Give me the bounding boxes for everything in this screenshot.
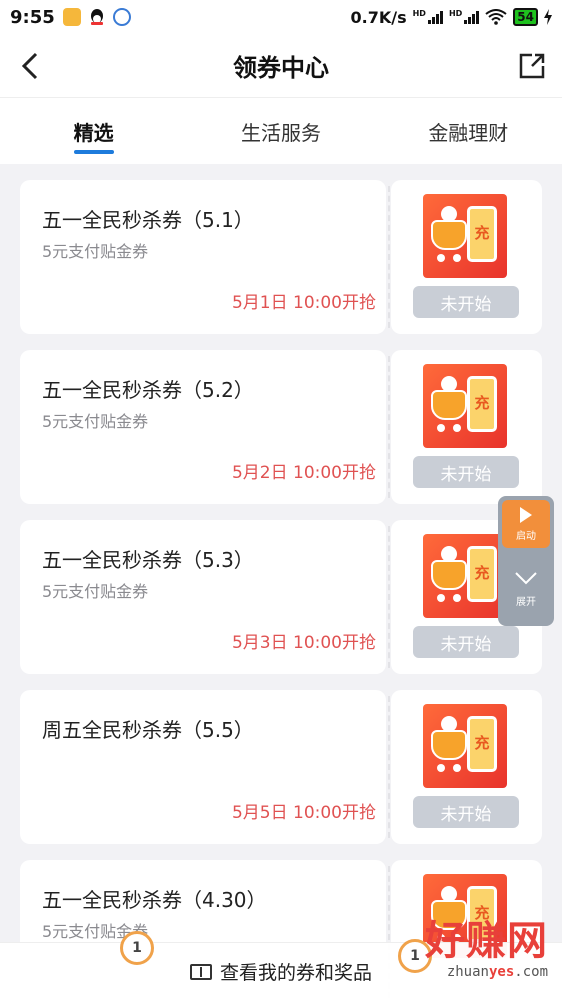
- coupon-card[interactable]: 五一全民秒杀券（5.2） 5元支付贴金券 5月2日 10:00开抢 充 未开始: [20, 350, 542, 504]
- not-started-button[interactable]: 未开始: [413, 796, 519, 828]
- coupon-info: 五一全民秒杀券（5.3） 5元支付贴金券 5月3日 10:00开抢: [20, 520, 386, 674]
- coupon-divider: [388, 186, 390, 328]
- tab-indicator: [73, 150, 114, 154]
- coupon-divider: [388, 696, 390, 838]
- coupon-action: 充 未开始: [391, 180, 542, 334]
- coupon-action: 充 未开始: [391, 350, 542, 504]
- app-icon: [112, 8, 131, 26]
- battery-icon: 54: [513, 8, 538, 26]
- coupon-start-time: 5月2日 10:00开抢: [231, 463, 376, 483]
- coupon-action: 充 未开始: [391, 690, 542, 844]
- not-started-button[interactable]: 未开始: [413, 456, 519, 488]
- coupon-info: 周五全民秒杀券（5.5） 5月5日 10:00开抢: [20, 690, 386, 844]
- coupon-start-time: 5月5日 10:00开抢: [231, 803, 376, 823]
- recharge-label: 充: [474, 224, 490, 242]
- coupon-info: 五一全民秒杀券（5.1） 5元支付贴金券 5月1日 10:00开抢: [20, 180, 386, 334]
- coupon-start-time: 5月3日 10:00开抢: [231, 633, 376, 653]
- coupon-desc: 5元支付贴金券: [42, 242, 149, 261]
- coupon-name: 五一全民秒杀券（4.30）: [42, 888, 267, 912]
- tab-finance[interactable]: 金融理财: [375, 98, 562, 164]
- coupon-card[interactable]: 五一全民秒杀券（5.3） 5元支付贴金券 5月3日 10:00开抢 充 未开始: [20, 520, 542, 674]
- signal-icon: HD: [413, 9, 443, 24]
- coupon-card[interactable]: 五一全民秒杀券（5.1） 5元支付贴金券 5月1日 10:00开抢 充 未开始: [20, 180, 542, 334]
- coupon-name: 五一全民秒杀券（5.2）: [42, 378, 254, 402]
- coin-icon: 1: [120, 931, 154, 965]
- coupon-name: 周五全民秒杀券（5.5）: [42, 718, 254, 742]
- coupon-start-time: 5月1日 10:00开抢: [231, 293, 376, 313]
- charging-icon: [544, 9, 552, 25]
- back-button[interactable]: [12, 48, 48, 84]
- tab-label: 精选: [73, 120, 114, 145]
- notes-icon: [62, 8, 81, 26]
- tab-bar: 精选 生活服务 金融理财: [0, 98, 562, 164]
- signal-icon: HD: [449, 9, 480, 24]
- coupon-divider: [388, 356, 390, 498]
- start-button[interactable]: 启动: [502, 500, 550, 548]
- recharge-image: 充: [423, 534, 507, 618]
- ticket-icon: [189, 963, 212, 980]
- coupon-name: 五一全民秒杀券（5.1）: [42, 208, 254, 232]
- not-started-button[interactable]: 未开始: [413, 286, 519, 318]
- recharge-image: 充: [423, 364, 507, 448]
- watermark: 好赚网 zhuanyes.com: [348, 918, 548, 992]
- watermark-url: zhuanyes.com: [446, 964, 548, 980]
- net-speed: 0.7K/s: [350, 7, 407, 27]
- coupon-desc: 5元支付贴金券: [42, 582, 149, 601]
- title-bar: 领券中心: [0, 34, 562, 98]
- coupon-name: 五一全民秒杀券（5.3）: [42, 548, 254, 572]
- recharge-image: 充: [423, 704, 507, 788]
- tab-label: 金融理财: [428, 120, 509, 145]
- recharge-label: 充: [474, 394, 490, 412]
- my-coupons-link[interactable]: 查看我的券和奖品: [189, 958, 372, 985]
- share-button[interactable]: [514, 48, 550, 84]
- watermark-text: 好赚网: [425, 918, 548, 964]
- tab-life-services[interactable]: 生活服务: [187, 98, 374, 164]
- tab-featured[interactable]: 精选: [0, 98, 187, 164]
- chevron-left-icon: [21, 52, 38, 80]
- share-icon: [519, 53, 545, 79]
- expand-button[interactable]: 展开: [498, 556, 554, 622]
- expand-label: 展开: [516, 596, 536, 608]
- recharge-label: 充: [474, 564, 490, 582]
- status-bar: 9:55 0.7K/s HD HD 54: [0, 0, 562, 34]
- tab-label: 生活服务: [240, 120, 321, 145]
- page-title: 领券中心: [233, 54, 329, 82]
- floating-widget: 启动 展开: [498, 496, 554, 626]
- qq-icon: [90, 9, 103, 25]
- wifi-icon: [485, 9, 507, 25]
- recharge-label: 充: [474, 734, 490, 752]
- coupon-info: 五一全民秒杀券（5.2） 5元支付贴金券 5月2日 10:00开抢: [20, 350, 386, 504]
- coupon-divider: [388, 526, 390, 668]
- start-label: 启动: [516, 530, 536, 542]
- play-icon: [520, 506, 532, 523]
- coupon-desc: 5元支付贴金券: [42, 412, 149, 431]
- coupon-card[interactable]: 周五全民秒杀券（5.5） 5月5日 10:00开抢 充 未开始: [20, 690, 542, 844]
- chevron-down-icon: [515, 571, 537, 584]
- status-time: 9:55: [10, 6, 55, 28]
- not-started-button[interactable]: 未开始: [413, 626, 519, 658]
- recharge-image: 充: [423, 194, 507, 278]
